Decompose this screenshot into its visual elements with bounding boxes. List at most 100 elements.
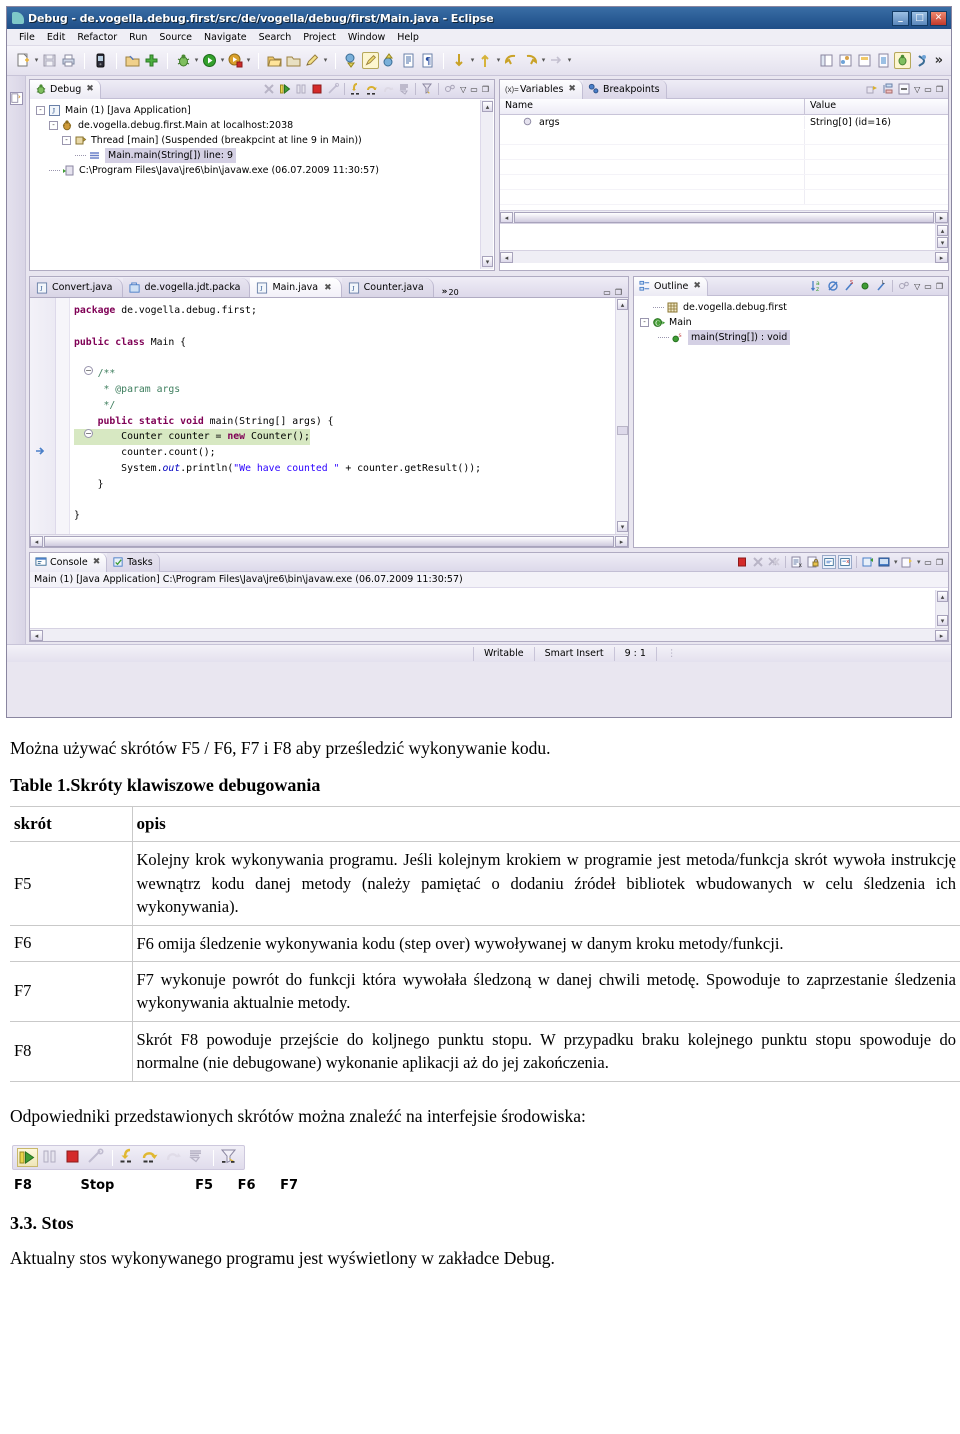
open-folder-icon[interactable]	[266, 52, 283, 69]
maximize-editor-icon[interactable]: ❐	[613, 288, 624, 297]
restore-perspective-icon[interactable]	[9, 92, 23, 105]
resume-icon[interactable]	[278, 82, 292, 96]
console-horizontal-scrollbar[interactable]: ◂ ▸	[30, 628, 948, 641]
variables-horizontal-scrollbar[interactable]: ◂ ▸	[500, 210, 948, 223]
tree-node-thread[interactable]: - Thread [main] (Suspended (breakpcint a…	[36, 133, 494, 148]
print-icon[interactable]	[60, 52, 77, 69]
expander-icon[interactable]: -	[640, 318, 649, 327]
scroll-down-icon[interactable]: ▾	[617, 521, 628, 532]
sort-alphabetically-icon[interactable]: az	[810, 279, 824, 293]
back-icon[interactable]	[503, 52, 520, 69]
close-icon[interactable]: ✖	[93, 557, 101, 567]
source-code[interactable]: package de.vogella.debug.first; public c…	[74, 298, 628, 524]
scroll-right-icon[interactable]: ▸	[935, 629, 948, 641]
toolbar-overflow-icon[interactable]: »	[931, 53, 947, 68]
link-with-editor-icon[interactable]	[897, 279, 911, 293]
scroll-thumb[interactable]	[617, 426, 628, 435]
minimize-button[interactable]: _	[892, 10, 909, 26]
column-header-value[interactable]: Value	[805, 99, 836, 114]
use-step-filters-icon[interactable]	[420, 82, 434, 96]
maximize-view-icon[interactable]: ❐	[934, 282, 945, 291]
tab-debug[interactable]: Debug ✖	[30, 79, 101, 99]
close-icon[interactable]: ✖	[693, 281, 701, 291]
console-dropdown-icon[interactable]: ▾	[892, 554, 899, 571]
previous-edit-icon[interactable]	[451, 52, 468, 69]
open-type-icon[interactable]	[285, 52, 302, 69]
add-plus-icon[interactable]	[143, 52, 160, 69]
perspective-debug-icon[interactable]	[893, 52, 911, 69]
pin-console-icon[interactable]	[861, 555, 875, 569]
new-dropdown-icon[interactable]: ▾	[33, 52, 40, 69]
close-icon[interactable]: ✖	[568, 84, 576, 94]
previous-edit-dropdown-icon[interactable]: ▾	[469, 52, 476, 69]
show-console-on-output-icon[interactable]	[822, 555, 837, 569]
menu-item-window[interactable]: Window	[342, 32, 391, 43]
variables-detail-pane[interactable]: ▴ ▾ ◂ ▸	[500, 223, 948, 263]
scroll-left-icon[interactable]: ◂	[500, 211, 513, 223]
scroll-down-icon[interactable]: ▾	[937, 237, 948, 248]
hide-non-public-icon[interactable]	[858, 279, 872, 293]
next-annotation-icon[interactable]	[343, 52, 360, 69]
fold-collapse-icon[interactable]: −	[84, 366, 93, 375]
view-menu-icon[interactable]: ▽	[912, 85, 922, 94]
view-menu-icon[interactable]: ▽	[458, 85, 468, 94]
forward-icon[interactable]	[522, 52, 539, 69]
scroll-left-icon[interactable]: ◂	[30, 535, 43, 547]
perspective-plugin-icon[interactable]	[875, 52, 892, 69]
new-wizard-icon[interactable]	[15, 52, 32, 69]
menu-item-file[interactable]: File	[13, 32, 41, 43]
scroll-lock-icon[interactable]	[806, 555, 820, 569]
open-console-dropdown-icon[interactable]: ▾	[915, 554, 922, 571]
scroll-left-icon[interactable]: ◂	[30, 629, 43, 641]
clear-console-icon[interactable]: x	[790, 555, 804, 569]
close-icon[interactable]: ✖	[324, 283, 332, 293]
terminate-icon[interactable]	[310, 82, 324, 96]
scroll-left-icon[interactable]: ◂	[500, 251, 513, 263]
column-header-name[interactable]: Name	[500, 99, 805, 114]
resume-icon[interactable]	[17, 1148, 38, 1168]
show-logical-structure-icon[interactable]	[881, 82, 895, 96]
perspective-java-icon[interactable]	[818, 52, 835, 69]
editor-folding-ruler[interactable]: − −	[56, 298, 93, 547]
perspective-javaee-icon[interactable]	[913, 52, 930, 69]
forward-dropdown-icon[interactable]: ▾	[540, 52, 547, 69]
tab-variables[interactable]: (x)= Variables ✖	[500, 79, 583, 99]
expander-icon[interactable]: -	[36, 106, 45, 115]
view-menu-icon[interactable]: ▽	[912, 282, 922, 291]
prev-annotation-icon[interactable]	[381, 52, 398, 69]
editor-line-ruler[interactable]	[30, 298, 56, 547]
editor-horizontal-scrollbar[interactable]: ◂ ▸	[30, 534, 628, 547]
fold-collapse-icon[interactable]: −	[84, 429, 93, 438]
mobile-device-icon[interactable]	[92, 52, 109, 69]
scroll-right-icon[interactable]: ▸	[935, 251, 948, 263]
table-row[interactable]: args String[0] (id=16)	[500, 115, 948, 130]
maximize-view-icon[interactable]: ❐	[480, 85, 491, 94]
open-console-icon[interactable]	[900, 555, 914, 569]
menu-item-source[interactable]: Source	[153, 32, 198, 43]
menu-item-refactor[interactable]: Refactor	[71, 32, 123, 43]
use-step-filters-icon[interactable]	[219, 1148, 240, 1167]
perspective-resource-icon[interactable]	[856, 52, 873, 69]
display-selected-console-icon[interactable]	[877, 555, 891, 569]
tree-node-stack-frame[interactable]: Main.main(String[]) line: 9	[36, 148, 494, 163]
terminate-icon[interactable]	[63, 1148, 84, 1167]
expander-icon[interactable]: -	[49, 121, 58, 130]
toggle-block-selection-icon[interactable]	[400, 52, 417, 69]
detail-horizontal-scrollbar[interactable]: ◂ ▸	[500, 250, 948, 263]
maximize-view-icon[interactable]: ❐	[934, 85, 945, 94]
next-edit-dropdown-icon[interactable]: ▾	[495, 52, 502, 69]
scroll-right-icon[interactable]: ▸	[935, 211, 948, 223]
collapse-all-icon[interactable]	[897, 82, 911, 96]
scroll-up-icon[interactable]: ▴	[482, 101, 493, 112]
scroll-thumb[interactable]	[514, 211, 934, 223]
step-into-icon[interactable]	[118, 1148, 139, 1167]
editor-tab-main[interactable]: J Main.java ✖	[250, 278, 342, 297]
code-editor[interactable]: − − package de.vogella.debug.first; publ…	[30, 298, 628, 547]
hide-local-types-icon[interactable]: L	[874, 279, 888, 293]
perspective-team-icon[interactable]	[837, 52, 854, 69]
new-java-project-icon[interactable]	[124, 52, 141, 69]
show-whitespace-icon[interactable]: ¶	[419, 52, 436, 69]
run-dropdown-icon[interactable]: ▾	[219, 52, 226, 69]
step-into-icon[interactable]	[349, 82, 363, 96]
step-over-icon[interactable]	[365, 82, 379, 96]
